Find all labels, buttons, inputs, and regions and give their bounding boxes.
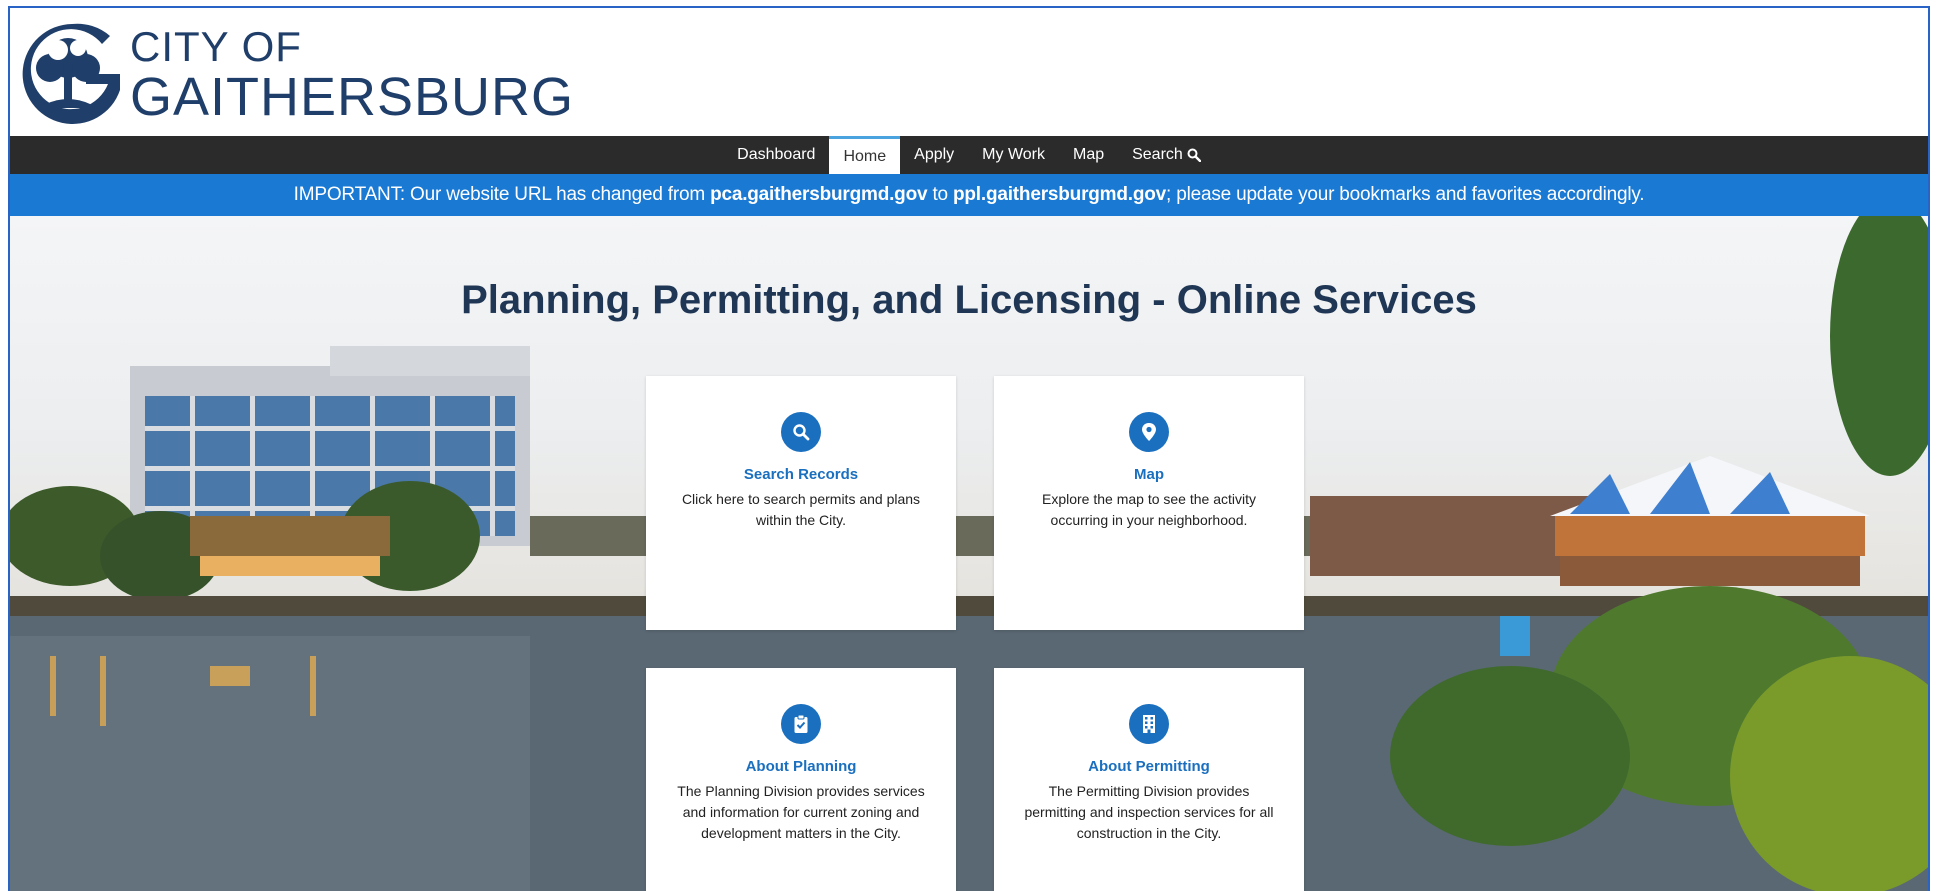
search-icon xyxy=(781,412,821,452)
nav-map-label: Map xyxy=(1072,146,1105,163)
tree-logo-icon xyxy=(22,23,120,124)
banner-old-url: pca.gaithersburgmd.gov xyxy=(710,184,928,205)
nav-my-work-label: My Work xyxy=(982,146,1045,163)
banner-middle: to xyxy=(927,184,953,205)
card-map[interactable]: Map Explore the map to see the activity … xyxy=(994,376,1304,630)
card-search-records-title[interactable]: Search Records xyxy=(646,466,956,483)
page-title: Planning, Permitting, and Licensing - On… xyxy=(461,278,1477,322)
nav-dashboard-label: Dashboard xyxy=(737,146,816,163)
nav-map[interactable]: Map xyxy=(1059,136,1118,174)
banner-suffix: ; please update your bookmarks and favor… xyxy=(1166,184,1645,205)
card-about-planning[interactable]: About Planning The Planning Division pro… xyxy=(646,668,956,891)
page-frame: CITY OF GAITHERSBURG Dashboard Home Appl… xyxy=(8,6,1930,891)
logo-wordmark: CITY OF GAITHERSBURG xyxy=(130,20,575,127)
card-search-records[interactable]: Search Records Click here to search perm… xyxy=(646,376,956,630)
card-map-desc: Explore the map to see the activity occu… xyxy=(1042,491,1256,528)
main-nav: Dashboard Home Apply My Work Map Search xyxy=(10,136,1928,174)
nav-dashboard[interactable]: Dashboard xyxy=(723,136,829,174)
banner-prefix: IMPORTANT: Our website URL has changed f… xyxy=(293,184,706,205)
logo-line-gaithersburg: GAITHERSBURG xyxy=(130,67,575,127)
card-about-permitting[interactable]: About Permitting The Permitting Division… xyxy=(994,668,1304,891)
logo-line-city-of: CITY OF xyxy=(130,23,302,70)
search-icon xyxy=(1187,148,1201,162)
nav-apply[interactable]: Apply xyxy=(900,136,968,174)
nav-home-label: Home xyxy=(843,147,887,165)
card-about-planning-title[interactable]: About Planning xyxy=(646,758,956,775)
nav-apply-label: Apply xyxy=(914,146,955,163)
city-logo[interactable]: CITY OF GAITHERSBURG xyxy=(16,20,574,124)
url-change-banner: IMPORTANT: Our website URL has changed f… xyxy=(10,174,1928,216)
banner-new-url: ppl.gaithersburgmd.gov xyxy=(952,184,1167,205)
card-map-title[interactable]: Map xyxy=(994,466,1304,483)
nav-my-work[interactable]: My Work xyxy=(968,136,1059,174)
nav-search[interactable]: Search xyxy=(1118,136,1215,174)
card-search-records-desc: Click here to search permits and plans w… xyxy=(681,491,921,528)
site-header: CITY OF GAITHERSBURG xyxy=(10,8,1928,136)
map-pin-icon xyxy=(1129,412,1169,452)
card-about-permitting-title[interactable]: About Permitting xyxy=(994,758,1304,775)
clipboard-check-icon xyxy=(781,704,821,744)
nav-home[interactable]: Home xyxy=(829,136,901,174)
hero-section: Planning, Permitting, and Licensing - On… xyxy=(10,216,1928,891)
building-icon xyxy=(1129,704,1169,744)
card-about-permitting-desc: The Permitting Division provides permitt… xyxy=(1024,783,1274,841)
nav-search-label: Search xyxy=(1132,146,1183,163)
card-about-planning-desc: The Planning Division provides services … xyxy=(677,783,925,841)
